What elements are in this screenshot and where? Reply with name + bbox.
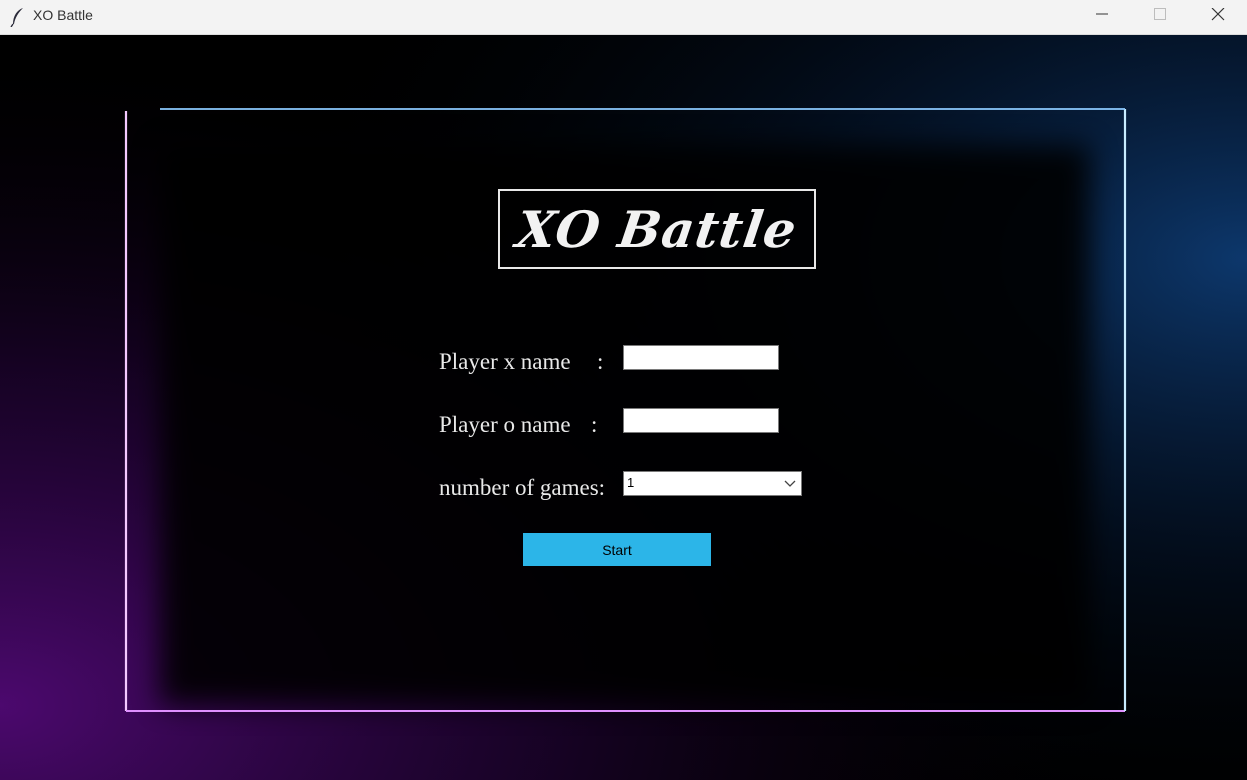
maximize-icon — [1154, 8, 1166, 20]
player-x-label: Player x name — [439, 349, 571, 374]
player-o-name-input[interactable] — [623, 408, 779, 433]
app-window: XO Battle XO Battle Player x name: Play… — [0, 0, 1247, 780]
games-count-select[interactable]: 1 — [623, 471, 802, 496]
chevron-down-icon — [783, 477, 797, 496]
games-label: number of games: — [439, 475, 606, 500]
player-o-label: Player o name — [439, 412, 571, 437]
games-count-value: 1 — [627, 475, 635, 490]
start-button[interactable]: Start — [523, 533, 711, 566]
game-logo: XO Battle — [498, 189, 816, 269]
main-canvas: XO Battle Player x name : Player o name … — [0, 35, 1247, 780]
close-icon — [1211, 8, 1225, 21]
player-o-colon: : — [591, 412, 598, 437]
minimize-button[interactable] — [1078, 0, 1124, 30]
close-button[interactable] — [1194, 0, 1240, 30]
title-bar: XO Battle — [0, 0, 1247, 35]
player-x-colon: : — [597, 349, 604, 374]
feather-icon — [10, 7, 26, 28]
minimize-icon — [1096, 13, 1108, 15]
window-title: XO Battle — [33, 7, 93, 23]
maximize-button[interactable] — [1136, 0, 1182, 30]
logo-text: XO Battle — [513, 199, 801, 259]
player-x-name-input[interactable] — [623, 345, 779, 370]
